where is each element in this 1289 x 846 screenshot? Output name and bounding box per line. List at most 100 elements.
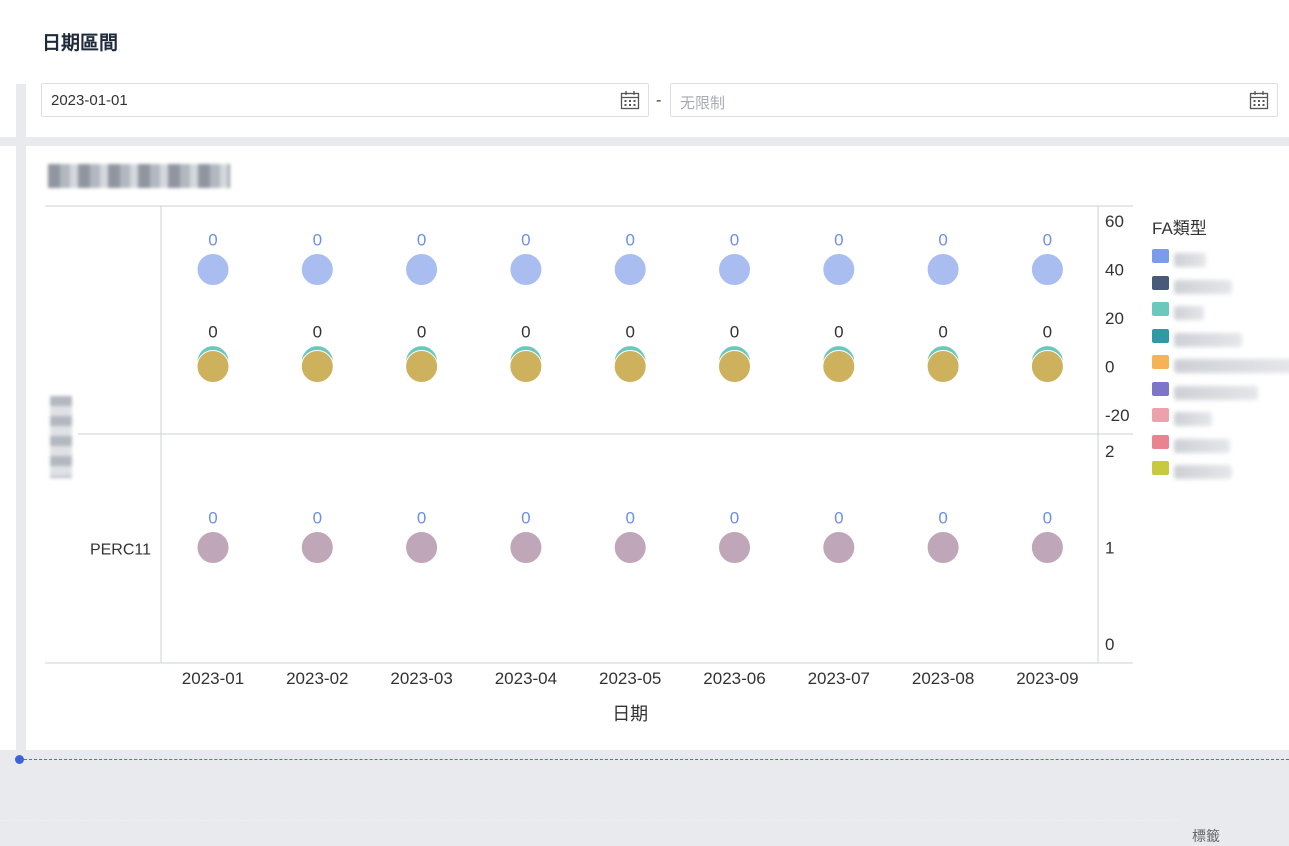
y-tick-label: 1: [1105, 539, 1114, 558]
data-point: [300, 253, 334, 286]
row-label: PERC11: [90, 542, 151, 559]
legend-swatch: [1152, 249, 1169, 263]
data-point: [196, 350, 230, 383]
data-point: [718, 350, 751, 383]
scatter-chart: 2023-01 2023-02 2023-03 2023-04 2023-05 2023-…: [45, 205, 1133, 724]
calendar-icon[interactable]: [1249, 90, 1269, 110]
x-tick-label: 2023-01: [182, 669, 244, 688]
data-point: [613, 253, 647, 286]
y-tick-label: 2: [1105, 442, 1114, 461]
data-point: [300, 531, 334, 564]
date-range-title: 日期區間: [42, 33, 119, 54]
y-tick-label: 20: [1105, 309, 1124, 328]
left-panel-edge: [0, 146, 16, 750]
data-point: [1030, 531, 1064, 564]
data-label: 0: [1043, 323, 1052, 342]
start-date-input[interactable]: 2023-01-01: [41, 83, 649, 117]
data-point: [1030, 253, 1064, 286]
legend-item[interactable]: [1152, 354, 1289, 373]
legend-item[interactable]: [1152, 328, 1289, 347]
data-label: 0: [834, 323, 843, 342]
legend-label-redacted: [1174, 465, 1232, 479]
calendar-icon[interactable]: [620, 90, 640, 110]
data-point: [196, 253, 230, 286]
data-label: 0: [1043, 231, 1052, 250]
legend-swatch: [1152, 275, 1169, 290]
data-point: [405, 253, 439, 286]
data-label: 0: [521, 509, 530, 528]
legend-swatch: [1152, 302, 1169, 316]
x-axis-title: 日期: [612, 704, 648, 724]
data-label: 0: [313, 509, 322, 528]
end-date-placeholder: 无限制: [680, 95, 726, 112]
data-point: [926, 531, 960, 564]
data-label: 0: [938, 509, 947, 528]
x-tick-label: 2023-07: [808, 669, 870, 688]
footer-label: 標籤: [1192, 828, 1220, 844]
legend-item[interactable]: [1152, 381, 1289, 400]
data-label: 0: [417, 231, 426, 250]
legend-label-redacted: [1174, 385, 1258, 400]
data-label: 0: [730, 323, 739, 342]
legend-label-redacted: [1174, 253, 1206, 267]
left-panel-edge: [0, 8, 16, 137]
data-point: [405, 350, 439, 383]
data-label: 0: [521, 323, 530, 342]
legend-item[interactable]: [1152, 248, 1289, 267]
data-label: 0: [834, 509, 843, 528]
legend-item[interactable]: [1152, 460, 1289, 479]
chart-panel: 2023-01 2023-02 2023-03 2023-04 2023-05 2023-…: [26, 146, 1289, 750]
data-label: 0: [313, 231, 322, 250]
legend-item[interactable]: [1152, 434, 1289, 453]
start-date-value: 2023-01-01: [51, 92, 128, 109]
legend-swatch: [1152, 434, 1169, 449]
x-tick-label: 2023-06: [703, 669, 765, 688]
data-label: 0: [938, 323, 947, 342]
y-tick-label: 0: [1105, 358, 1114, 377]
date-range-separator: -: [656, 92, 662, 109]
data-point: [509, 531, 543, 564]
data-label: 0: [208, 231, 217, 250]
legend-swatch: [1152, 355, 1169, 369]
data-label: 0: [417, 509, 426, 528]
data-point: [613, 350, 647, 383]
legend-title: FA類型: [1152, 219, 1207, 238]
data-label: 0: [208, 323, 217, 342]
data-label: 0: [834, 231, 843, 250]
data-label: 0: [208, 509, 217, 528]
data-point: [613, 531, 647, 564]
data-label: 0: [625, 231, 634, 250]
legend-item[interactable]: [1152, 407, 1289, 426]
date-range-panel: 日期區間 2023-01-01 - 无限制: [26, 8, 1289, 137]
data-point: [509, 253, 543, 286]
legend-item[interactable]: [1152, 275, 1289, 294]
legend-swatch: [1152, 328, 1169, 343]
y-tick-label: 60: [1105, 212, 1124, 231]
x-tick-label: 2023-09: [1016, 669, 1078, 688]
data-point: [718, 253, 751, 286]
data-point: [718, 531, 751, 564]
legend-swatch: [1152, 408, 1169, 422]
x-tick-label: 2023-05: [599, 669, 661, 688]
data-label: 0: [417, 323, 426, 342]
data-label: 0: [625, 509, 634, 528]
data-point: [926, 253, 960, 286]
data-point: [1030, 350, 1064, 383]
y-tick-label: 0: [1105, 635, 1114, 654]
legend-item[interactable]: [1152, 301, 1289, 320]
data-label: 0: [1043, 509, 1052, 528]
data-point: [822, 253, 856, 286]
legend-label-redacted: [1174, 412, 1212, 426]
end-date-input[interactable]: 无限制: [670, 83, 1278, 117]
data-label: 0: [625, 323, 634, 342]
data-label: 0: [730, 509, 739, 528]
legend-label-redacted: [1174, 306, 1204, 320]
data-point: [926, 350, 960, 383]
x-tick-label: 2023-02: [286, 669, 348, 688]
drag-handle[interactable]: [15, 755, 24, 764]
y-tick-label: 40: [1105, 261, 1124, 280]
data-point: [822, 350, 856, 383]
legend-label-redacted: [1174, 359, 1289, 373]
legend-label-redacted: [1174, 332, 1242, 347]
data-label: 0: [730, 231, 739, 250]
